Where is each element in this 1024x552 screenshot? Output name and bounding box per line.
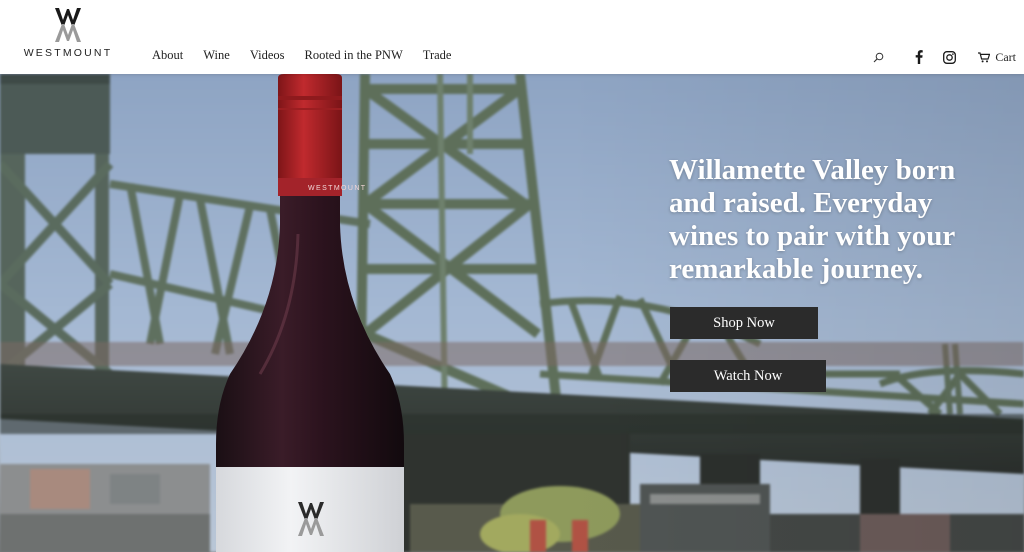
site-header: WESTMOUNT About Wine Videos Rooted in th… [0, 0, 1024, 74]
hero-headline: Willamette Valley born and raised. Every… [669, 154, 956, 285]
cart-label: Cart [995, 49, 1016, 64]
logo-mark-icon [55, 8, 81, 42]
main-nav: About Wine Videos Rooted in the PNW Trad… [152, 48, 451, 63]
capsule-text: WESTMOUNT [308, 185, 366, 192]
brand-wordmark: WESTMOUNT [23, 47, 113, 59]
instagram-icon[interactable] [942, 49, 956, 65]
facebook-icon[interactable] [912, 49, 926, 65]
header-actions: Cart [870, 47, 1016, 67]
watch-now-button[interactable]: Watch Now [670, 360, 826, 392]
cart-button[interactable]: Cart [978, 49, 1016, 65]
cart-icon [978, 51, 991, 62]
nav-wine[interactable]: Wine [203, 48, 230, 63]
nav-trade[interactable]: Trade [423, 48, 452, 63]
hero-shade-overlay [0, 74, 1024, 552]
search-icon[interactable] [870, 49, 886, 65]
wine-bottle-image: WESTMOUNT [216, 74, 404, 552]
shop-now-button[interactable]: Shop Now [670, 307, 818, 339]
nav-rooted-in-the-pnw[interactable]: Rooted in the PNW [305, 48, 403, 63]
hero-banner: WESTMOUNT Willamette Valley born and rai… [0, 74, 1024, 552]
brand-logo[interactable]: WESTMOUNT [24, 8, 112, 64]
nav-videos[interactable]: Videos [250, 48, 285, 63]
nav-about[interactable]: About [152, 48, 183, 63]
